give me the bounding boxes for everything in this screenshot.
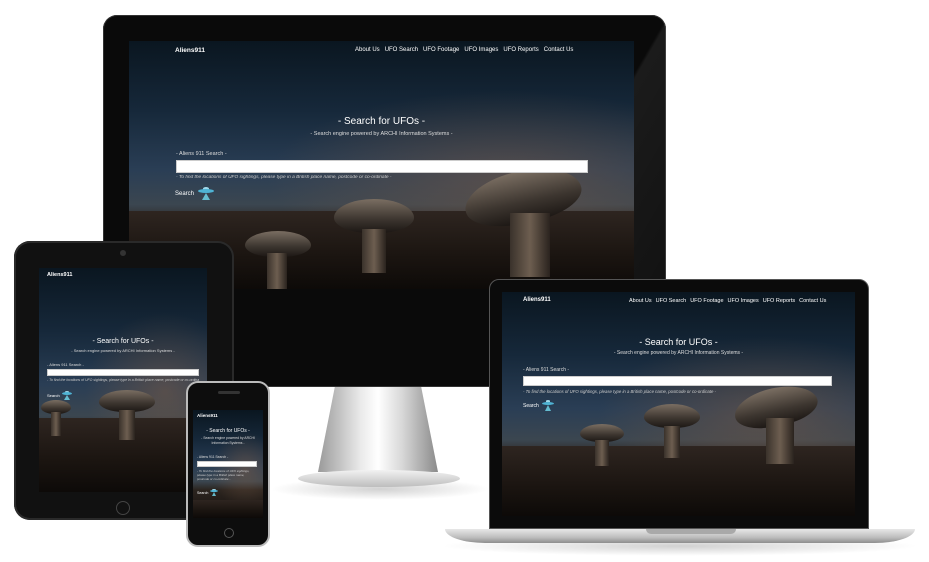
search-button[interactable]: Search xyxy=(197,489,219,496)
nav-ufo-reports[interactable]: UFO Reports xyxy=(503,47,538,53)
nav-ufo-search[interactable]: UFO Search xyxy=(385,47,418,53)
laptop-screen: Aliens911 About Us UFO Search UFO Footag… xyxy=(502,292,855,516)
ufo-icon xyxy=(210,489,219,496)
page-title: - Search for UFOs - xyxy=(92,338,154,345)
page-subtitle: - Search engine powered by ARCHI Informa… xyxy=(613,350,744,356)
tablet-screen: Aliens911 - Search for UFOs - - Search e… xyxy=(39,268,207,492)
ufo-icon xyxy=(198,187,215,201)
ufo-icon xyxy=(61,391,72,400)
search-button[interactable]: Search xyxy=(47,391,72,400)
monitor-base xyxy=(298,470,460,487)
nav-ufo-images[interactable]: UFO Images xyxy=(728,298,759,304)
page-title: - Search for UFOs - xyxy=(639,337,718,347)
site-nav: About Us UFO Search UFO Footage UFO Imag… xyxy=(355,47,573,53)
nav-ufo-images[interactable]: UFO Images xyxy=(464,47,498,53)
search-hint: - To find the locations of UFO sightings… xyxy=(176,175,392,180)
nav-ufo-search[interactable]: UFO Search xyxy=(656,298,687,304)
monitor-stand xyxy=(318,387,438,472)
nav-ufo-reports[interactable]: UFO Reports xyxy=(763,298,795,304)
page-title: - Search for UFOs - xyxy=(337,116,426,127)
search-label: - Aliens 911 Search - xyxy=(47,362,84,367)
search-input[interactable] xyxy=(197,461,257,467)
search-label: - Aliens 911 Search - xyxy=(197,455,229,459)
search-hint-text: - To find the locations of UFO sightings… xyxy=(197,469,250,481)
search-hint: - To find the locations of UFO sightings… xyxy=(47,378,199,382)
page-subtitle: - Search engine powered by ARCHI Informa… xyxy=(310,131,453,137)
search-label: - Aliens 911 Search - xyxy=(176,151,227,157)
page-subtitle-text: - Search engine powered by ARCHI Informa… xyxy=(201,436,255,445)
search-hint: - To find the locations of UFO sightings… xyxy=(523,389,717,394)
search-button[interactable]: Search xyxy=(523,400,554,411)
page-title: - Search for UFOs - xyxy=(206,428,250,434)
search-input[interactable] xyxy=(176,160,588,173)
nav-contact-us[interactable]: Contact Us xyxy=(799,298,826,304)
ground xyxy=(193,500,263,518)
tablet-home-button xyxy=(116,501,130,515)
search-button-label: Search xyxy=(197,490,209,495)
nav-about-us[interactable]: About Us xyxy=(629,298,652,304)
search-button-label: Search xyxy=(47,393,60,398)
site-logo[interactable]: Aliens911 xyxy=(47,272,72,278)
site-nav: About Us UFO Search UFO Footage UFO Imag… xyxy=(629,298,826,304)
search-hint: - To find the locations of UFO sightings… xyxy=(197,469,257,485)
search-input[interactable] xyxy=(523,376,832,386)
nav-contact-us[interactable]: Contact Us xyxy=(544,47,574,53)
page-subtitle: - Search engine powered by ARCHI Informa… xyxy=(193,436,263,445)
search-button-label: Search xyxy=(175,191,195,197)
phone-speaker xyxy=(218,391,240,394)
tablet-camera xyxy=(120,250,126,256)
ufo-icon xyxy=(541,400,554,411)
site-logo[interactable]: Aliens911 xyxy=(523,297,551,303)
search-button[interactable]: Search xyxy=(175,187,215,201)
site-logo[interactable]: Aliens911 xyxy=(197,413,218,418)
laptop-notch xyxy=(646,529,736,534)
search-button-label: Search xyxy=(523,402,539,409)
nav-ufo-footage[interactable]: UFO Footage xyxy=(690,298,723,304)
phone-screen: Aliens911 - Search for UFOs - - Search e… xyxy=(193,410,263,518)
nav-about-us[interactable]: About Us xyxy=(355,47,380,53)
search-label: - Aliens 911 Search - xyxy=(523,367,570,373)
page-subtitle: - Search engine powered by ARCHI Informa… xyxy=(71,348,175,353)
phone-home-button xyxy=(224,528,234,538)
search-input[interactable] xyxy=(47,369,199,376)
nav-ufo-footage[interactable]: UFO Footage xyxy=(423,47,459,53)
site-logo[interactable]: Aliens911 xyxy=(175,47,205,54)
